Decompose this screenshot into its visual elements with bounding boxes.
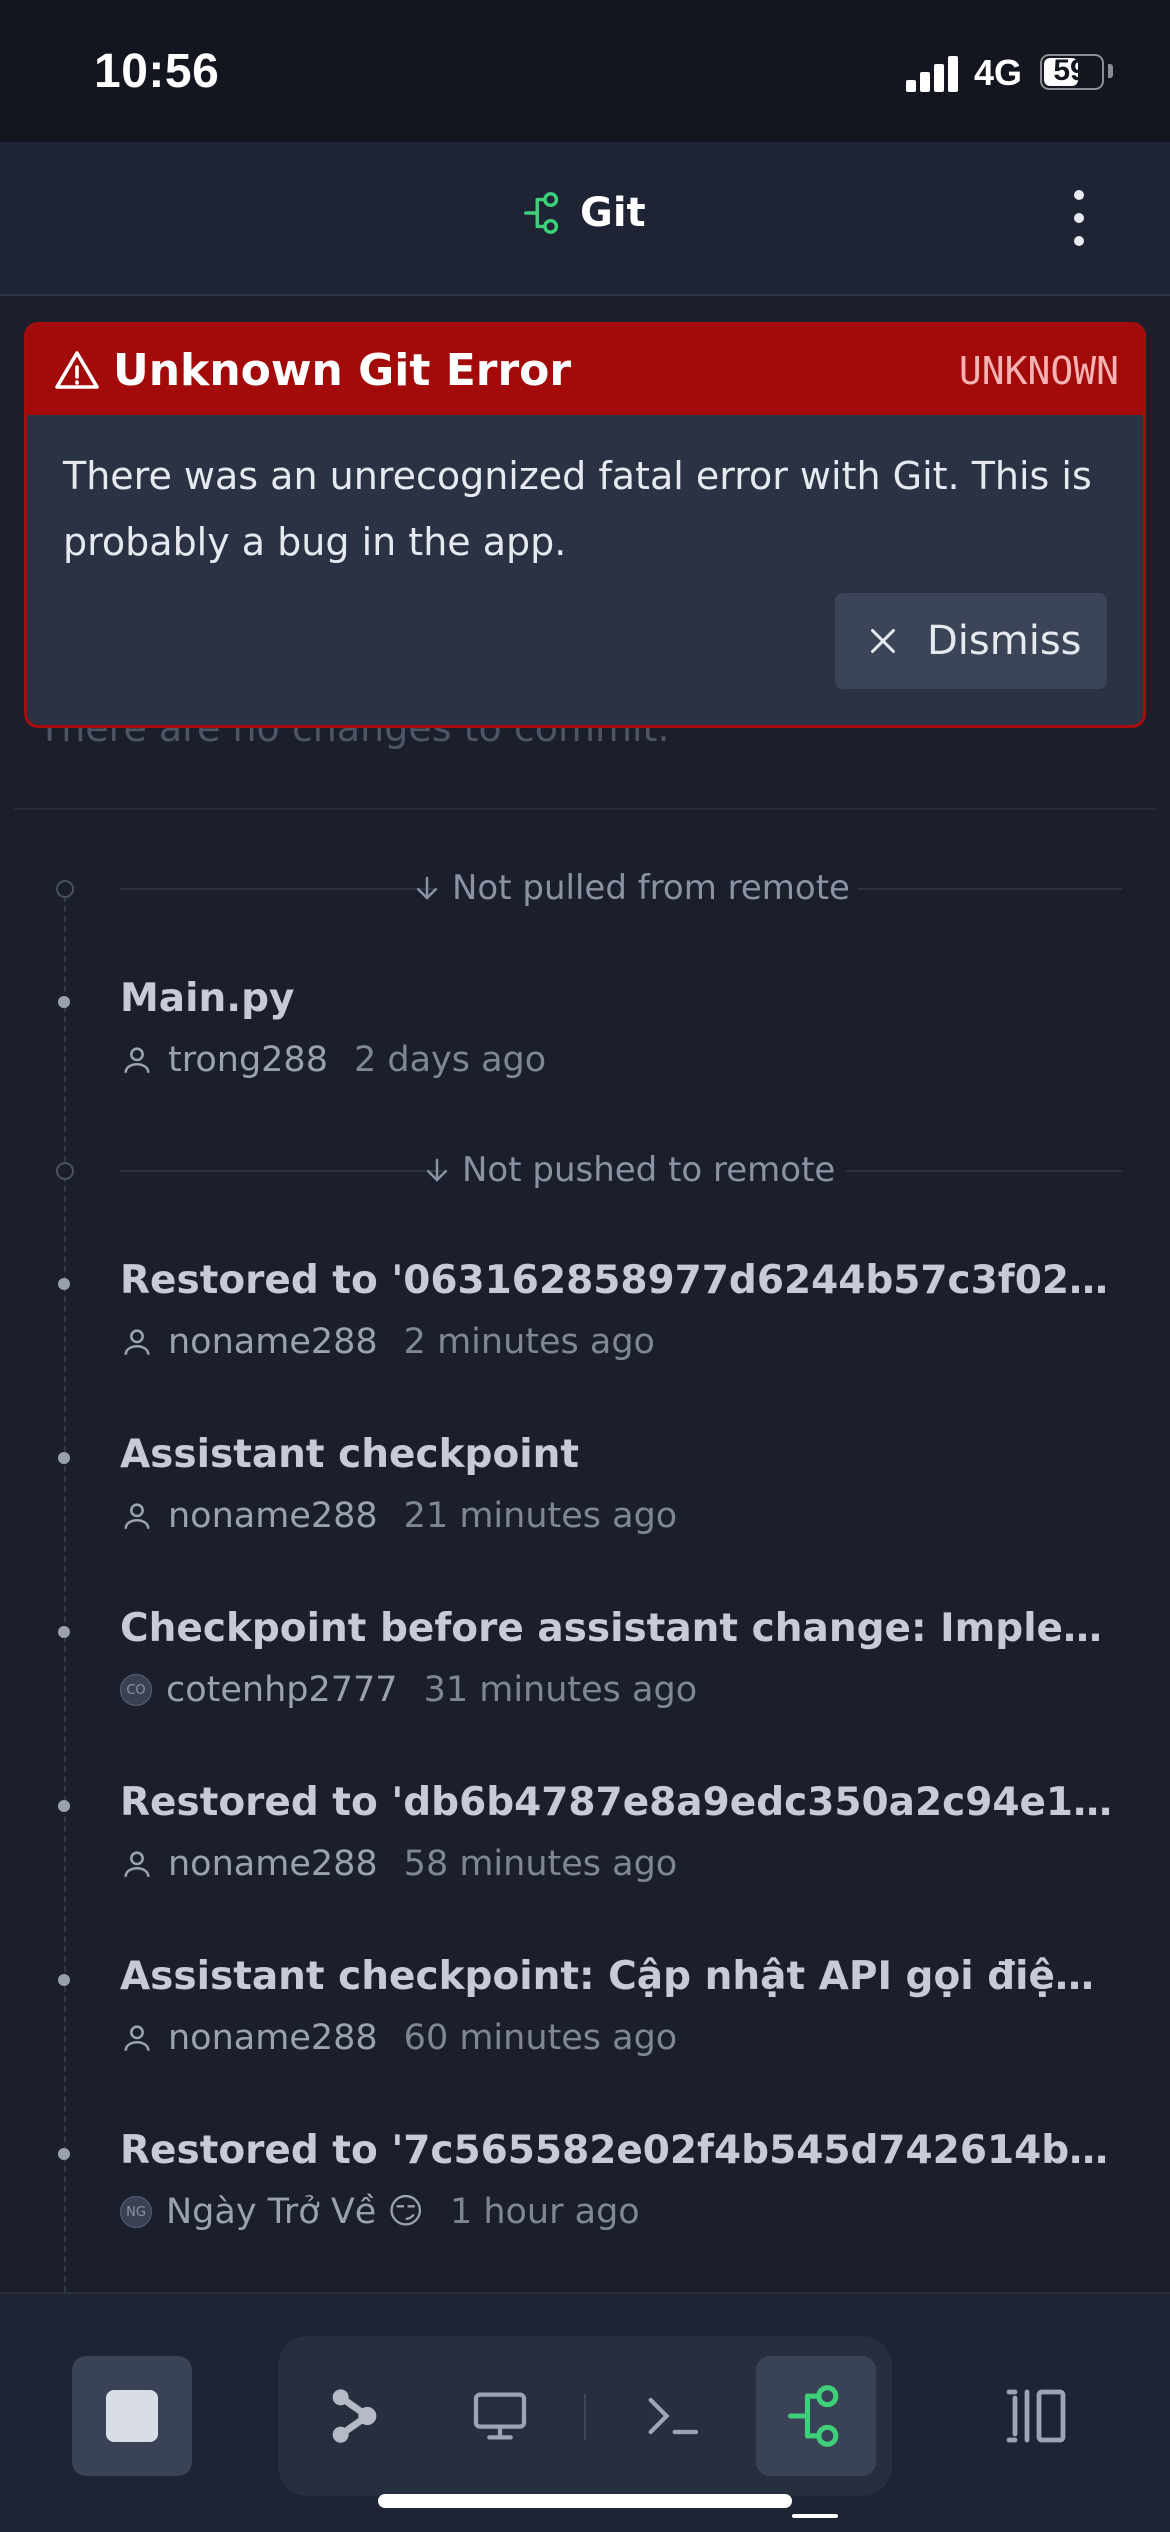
layout-panels-icon [1006,2389,1066,2443]
commit-author: noname288 [168,1496,378,1536]
commit-message: Restored to '7c565582e02f4b545d742614b67… [120,2128,1120,2173]
status-bar: 10:56 4G 59 [0,0,1170,142]
battery-icon: 59 [1040,54,1104,90]
commit-meta: CO cotenhp2777 31 minutes ago [120,1670,697,1710]
commit-message: Assistant checkpoint [120,1432,580,1477]
commit-message: Restored to '063162858977d6244b57c3f024e… [120,1258,1120,1303]
commit-time: 2 days ago [353,1040,547,1080]
commit-time: 21 minutes ago [403,1496,678,1536]
commit-meta: NG Ngày Trở Về 😏 1 hour ago [120,2192,640,2232]
avatar: NG [120,2196,152,2228]
battery-level: 59 [1053,54,1087,87]
commit-time: 2 minutes ago [403,1322,655,1362]
person-icon [124,1329,150,1355]
error-dialog: Unknown Git Error UNKNOWN There was an u… [24,322,1146,728]
commit-message: Checkpoint before assistant change: Impl… [120,1606,1120,1651]
commit-meta: noname288 2 minutes ago [120,1322,655,1362]
status-time: 10:56 [94,45,220,98]
commit-row[interactable]: Checkpoint before assistant change: Impl… [0,1606,1170,1766]
commit-row[interactable]: Assistant checkpoint noname288 21 minute… [0,1432,1170,1592]
dismiss-button[interactable]: Dismiss [835,593,1107,689]
page-title: Git [580,190,646,236]
commit-time: 58 minutes ago [403,1844,678,1884]
commit-row[interactable]: Restored to 'db6b4787e8a9edc350a2c94e13d… [0,1780,1170,1940]
divider [14,808,1156,810]
preview-button[interactable] [440,2356,560,2476]
commit-time: 1 hour ago [449,2192,640,2232]
git-branch-icon [524,192,559,234]
error-code: UNKNOWN [958,349,1119,393]
layout-button[interactable] [976,2356,1096,2476]
more-options-icon[interactable] [1064,188,1094,248]
person-icon [124,2025,150,2051]
commit-row[interactable]: Assistant checkpoint: Cập nhật API gọi đ… [0,1954,1170,2114]
warning-icon [55,350,99,389]
shell-button[interactable] [612,2356,732,2476]
person-icon [124,1503,150,1529]
error-message: There was an unrecognized fatal error wi… [63,454,1092,564]
arrow-down-icon [417,876,437,900]
commit-message: Restored to 'db6b4787e8a9edc350a2c94e13d… [120,1780,1120,1825]
terminal-icon [648,2397,699,2435]
commit-row[interactable]: Restored to '7c565582e02f4b545d742614b67… [0,2128,1170,2288]
commit-message: Main.py [120,976,295,1021]
commit-time: 60 minutes ago [403,2018,678,2058]
stop-icon [106,2390,158,2442]
header-title-group: Git [520,190,646,236]
commit-author: cotenhp2777 [166,1670,398,1710]
commit-meta: noname288 21 minutes ago [120,1496,677,1536]
close-icon [871,629,895,653]
agent-icon [332,2389,377,2443]
git-tab-button[interactable] [756,2356,876,2476]
commit-author: noname288 [168,2018,378,2058]
commit-row[interactable]: Restored to '063162858977d6244b57c3f024e… [0,1258,1170,1418]
monitor-icon [473,2392,527,2440]
not-pulled-label: Not pulled from remote [452,868,850,908]
agent-button[interactable] [294,2356,414,2476]
error-dialog-header: Unknown Git Error UNKNOWN [27,325,1143,415]
commit-meta: noname288 60 minutes ago [120,2018,677,2058]
home-indicator[interactable] [378,2494,792,2508]
home-indicator-tick [792,2514,838,2518]
person-icon [124,1851,150,1877]
commit-author: noname288 [168,1322,378,1362]
commit-time: 31 minutes ago [423,1670,698,1710]
commit-row[interactable]: Main.py trong288 2 days ago [0,976,1170,1136]
network-type: 4G [974,52,1023,93]
person-icon [124,1047,150,1073]
avatar: CO [120,1674,152,1706]
commit-author: trong288 [168,1040,328,1080]
arrow-down-icon [427,1158,447,1182]
tool-group [278,2336,892,2496]
dismiss-label: Dismiss [927,618,1082,664]
not-pulled-separator: Not pulled from remote [52,864,1122,914]
commit-message: Assistant checkpoint: Cập nhật API gọi đ… [120,1954,1120,1999]
git-branch-icon [787,2385,839,2447]
not-pushed-separator: Not pushed to remote [52,1146,1122,1196]
commit-author: Ngày Trở Về 😏 [166,2192,424,2232]
error-title: Unknown Git Error [113,345,572,396]
commit-meta: noname288 58 minutes ago [120,1844,677,1884]
not-pushed-label: Not pushed to remote [462,1150,836,1190]
app-header: Git [0,142,1170,296]
commit-author: noname288 [168,1844,378,1884]
stop-button[interactable] [72,2356,192,2476]
cellular-signal-icon [906,56,958,92]
commit-meta: trong288 2 days ago [120,1040,546,1080]
divider [584,2394,586,2440]
